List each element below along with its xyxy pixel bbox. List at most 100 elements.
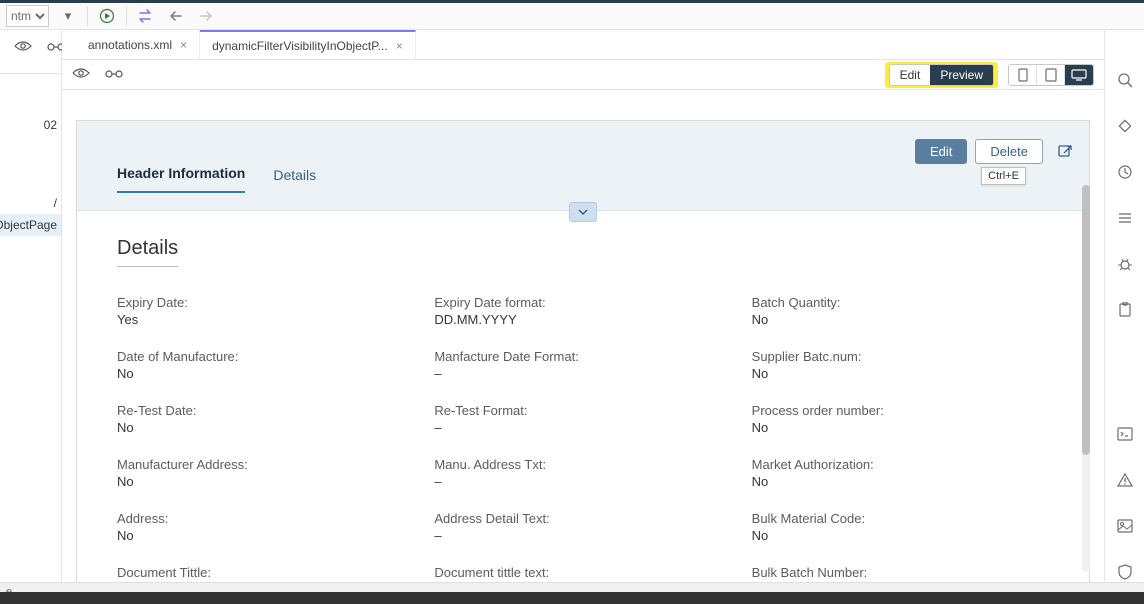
field-label: Manufacturer Address: [117, 457, 414, 472]
field-label: Document Tittle: [117, 565, 414, 580]
section-title: Details [117, 237, 178, 267]
field: Batch Quantity:No [752, 295, 1049, 327]
terminal-icon[interactable] [1115, 424, 1135, 444]
field-label: Address: [117, 511, 414, 526]
field-label: Re-Test Format: [434, 403, 731, 418]
close-icon[interactable]: × [180, 38, 187, 52]
glasses-icon[interactable] [104, 67, 124, 82]
nav-back-icon[interactable] [165, 5, 187, 27]
field-value: No [752, 474, 1049, 489]
field-label: Supplier Batc.num: [752, 349, 1049, 364]
field-value: – [434, 420, 731, 435]
field-label: Expiry Date: [117, 295, 414, 310]
header-expand-handle[interactable] [569, 202, 597, 222]
field: Address: No [117, 511, 414, 543]
mode-edit-button[interactable]: Edit [890, 65, 931, 85]
device-desktop-icon[interactable] [1065, 65, 1093, 85]
field: Supplier Batc.num:No [752, 349, 1049, 381]
field: Address Detail Text: – [434, 511, 731, 543]
field: Expiry Date format: DD.MM.YYYY [434, 295, 731, 327]
field-value: No [117, 474, 414, 489]
field: Re-Test Format: – [434, 403, 731, 435]
field-label: Batch Quantity: [752, 295, 1049, 310]
edit-mode-highlight: Edit Preview [885, 62, 998, 88]
field: Document tittle text:– [434, 565, 731, 582]
editor-area: annotations.xml × dynamicFilterVisibilit… [62, 30, 1104, 582]
edit-shortcut-tooltip: Ctrl+E [981, 167, 1026, 185]
tree-node-02[interactable]: 02 [0, 114, 61, 136]
obj-tab-details[interactable]: Details [273, 167, 316, 193]
field: Date of Manufacture: No [117, 349, 414, 381]
field: Process order number: No [752, 403, 1049, 435]
field-label: Process order number: [752, 403, 1049, 418]
mode-preview-button[interactable]: Preview [930, 65, 993, 85]
field: Manufacturer Address: No [117, 457, 414, 489]
field-value: No [752, 420, 1049, 435]
edit-button[interactable]: Edit [915, 139, 967, 164]
obj-tab-header-info[interactable]: Header Information [117, 165, 245, 193]
scrollbar[interactable] [1082, 185, 1090, 572]
field: Bulk Batch Number:No [752, 565, 1049, 582]
field-label: Re-Test Date: [117, 403, 414, 418]
tree-node-objectpage[interactable]: ObjectPage [0, 214, 61, 236]
shield-icon[interactable] [1115, 562, 1135, 582]
file-type-select[interactable]: ntm [6, 5, 49, 27]
nav-swap-icon[interactable] [135, 5, 157, 27]
field: Market Authorization:No [752, 457, 1049, 489]
field-value: No [117, 528, 414, 543]
nav-forward-icon[interactable] [195, 5, 217, 27]
device-switcher [1008, 64, 1094, 86]
device-phone-icon[interactable] [1009, 65, 1037, 85]
scrollbar-thumb[interactable] [1082, 185, 1090, 455]
tab-label: dynamicFilterVisibilityInObjectP... [212, 39, 388, 53]
warning-icon[interactable] [1115, 470, 1135, 490]
field-label: Date of Manufacture: [117, 349, 414, 364]
field: Bulk Material Code: No [752, 511, 1049, 543]
diamond-icon[interactable] [1115, 116, 1135, 136]
field-value: – [434, 474, 731, 489]
tab-strip: annotations.xml × dynamicFilterVisibilit… [62, 30, 1104, 60]
field: Re-Test Date:No [117, 403, 414, 435]
field-value: – [434, 366, 731, 381]
clipboard-icon[interactable] [1115, 300, 1135, 320]
field: Document Tittle:No [117, 565, 414, 582]
run-icon[interactable] [96, 5, 118, 27]
field-value: – [434, 528, 731, 543]
field-value: No [752, 528, 1049, 543]
preview-canvas: Edit Delete Ctrl+E Header Information De… [62, 90, 1104, 582]
top-toolbar: ntm ▾ [0, 0, 1144, 30]
field-label: Expiry Date format: [434, 295, 731, 310]
left-sidebar: 02 / ObjectPage [0, 30, 62, 582]
picture-icon[interactable] [1115, 516, 1135, 536]
separator [126, 6, 127, 26]
eye-icon[interactable] [14, 40, 32, 55]
field-label: Manfacture Date Format: [434, 349, 731, 364]
delete-button[interactable]: Delete [975, 139, 1043, 164]
field-label: Manu. Address Txt: [434, 457, 731, 472]
field-label: Bulk Material Code: [752, 511, 1049, 526]
field-value: No [117, 366, 414, 381]
chevron-down-icon[interactable]: ▾ [57, 5, 79, 27]
field: Expiry Date: Yes [117, 295, 414, 327]
field: Manu. Address Txt: – [434, 457, 731, 489]
details-grid: Expiry Date: Yes Expiry Date format: DD.MM.… [117, 295, 1049, 582]
field-label: Document tittle text: [434, 565, 731, 580]
eye-icon[interactable] [72, 67, 90, 82]
field-value: Yes [117, 312, 414, 327]
tab-annotations[interactable]: annotations.xml × [76, 30, 200, 59]
tab-dynamicfilter[interactable]: dynamicFilterVisibilityInObjectP... × [200, 30, 416, 59]
list-icon[interactable] [1115, 208, 1135, 228]
inner-toolbar: Edit Preview [62, 60, 1104, 90]
field-label: Address Detail Text: [434, 511, 731, 526]
separator [87, 6, 88, 26]
search-icon[interactable] [1115, 70, 1135, 90]
tree-node-slash[interactable]: / [0, 192, 61, 214]
close-icon[interactable]: × [396, 39, 403, 53]
tab-label: annotations.xml [88, 38, 172, 52]
field-value: DD.MM.YYYY [434, 312, 731, 327]
bug-icon[interactable] [1115, 254, 1135, 274]
field-label: Bulk Batch Number: [752, 565, 1049, 580]
share-icon[interactable] [1055, 142, 1075, 162]
clock-icon[interactable] [1115, 162, 1135, 182]
device-tablet-icon[interactable] [1037, 65, 1065, 85]
